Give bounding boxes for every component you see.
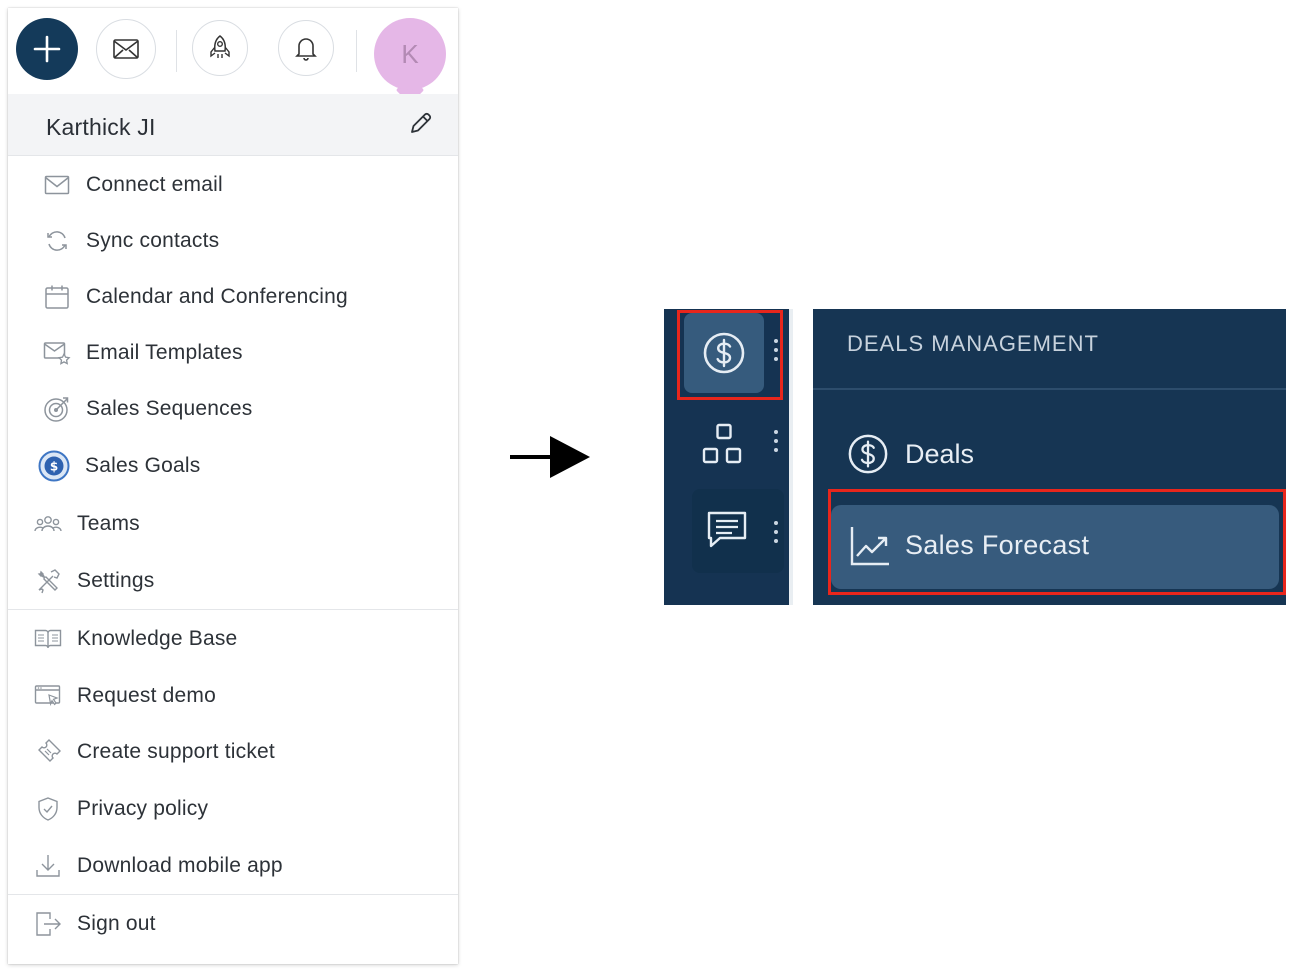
menu-section-title: DEALS MANAGEMENT bbox=[847, 331, 1099, 356]
menu-item-label: Sales Sequences bbox=[86, 397, 253, 420]
menu-item-label: Privacy policy bbox=[77, 797, 209, 820]
menu-item-support-ticket[interactable]: Create support ticket bbox=[8, 728, 458, 776]
highlight-box bbox=[677, 310, 783, 400]
sync-icon bbox=[43, 227, 71, 255]
menu-item-label: Email Templates bbox=[86, 341, 243, 364]
right-arrow-icon bbox=[510, 436, 590, 478]
teams-icon bbox=[34, 510, 62, 538]
icon-rail bbox=[664, 309, 789, 605]
menu-item-sync-contacts[interactable]: Sync contacts bbox=[8, 217, 458, 265]
envelope-icon bbox=[113, 39, 139, 59]
menu-item-sales-goals[interactable]: $ Sales Goals bbox=[8, 442, 458, 490]
rail-chat-button[interactable] bbox=[692, 489, 784, 573]
rail-apps-menu-icon[interactable] bbox=[774, 430, 780, 452]
download-icon bbox=[34, 852, 62, 880]
user-header: Karthick JI bbox=[8, 94, 458, 156]
sign-out-icon bbox=[34, 910, 62, 938]
ticket-icon bbox=[34, 738, 62, 766]
rocket-button[interactable] bbox=[192, 20, 248, 76]
toolbar-divider bbox=[176, 30, 177, 72]
menu-item-email-templates[interactable]: Email Templates bbox=[8, 329, 458, 377]
menu-item-request-demo[interactable]: Request demo bbox=[8, 672, 458, 720]
bell-icon bbox=[295, 38, 317, 61]
mail-button[interactable] bbox=[96, 19, 156, 79]
envelope-icon bbox=[43, 171, 71, 199]
avatar[interactable]: K bbox=[374, 18, 446, 90]
menu-divider bbox=[8, 609, 458, 610]
target-icon bbox=[43, 395, 71, 423]
tools-icon bbox=[34, 567, 62, 595]
menu-item-label: Sales Goals bbox=[85, 454, 201, 477]
menu-item-label: Sync contacts bbox=[86, 229, 220, 252]
menu-item-privacy-policy[interactable]: Privacy policy bbox=[8, 785, 458, 833]
menu-item-download-app[interactable]: Download mobile app bbox=[8, 842, 458, 890]
menu-item-label: Calendar and Conferencing bbox=[86, 285, 348, 308]
notifications-button[interactable] bbox=[278, 20, 334, 76]
menu-item-knowledge-base[interactable]: Knowledge Base bbox=[8, 615, 458, 663]
menu-item-teams[interactable]: Teams bbox=[8, 500, 458, 548]
plus-icon bbox=[33, 35, 61, 63]
user-name: Karthick JI bbox=[46, 114, 156, 140]
toolbar-divider bbox=[356, 30, 357, 72]
add-button[interactable] bbox=[16, 18, 78, 80]
demo-screen-icon bbox=[34, 682, 62, 710]
menu-item-connect-email[interactable]: Connect email bbox=[8, 161, 458, 209]
rocket-icon bbox=[210, 35, 230, 58]
menu-item-label: Deals bbox=[905, 438, 975, 469]
menu-item-label: Knowledge Base bbox=[77, 627, 238, 650]
avatar-initial: K bbox=[401, 38, 419, 69]
apps-grid-icon bbox=[702, 423, 742, 464]
menu-item-sign-out[interactable]: Sign out bbox=[8, 900, 458, 948]
svg-text:$: $ bbox=[50, 460, 58, 474]
pencil-icon[interactable] bbox=[406, 110, 434, 138]
menu-item-label: Settings bbox=[77, 569, 155, 592]
book-icon bbox=[34, 625, 62, 653]
menu-divider bbox=[813, 388, 1286, 390]
rail-apps-button[interactable] bbox=[684, 405, 764, 485]
stage: K Karthick JI Connect email Sync contact… bbox=[0, 0, 1295, 974]
menu-item-label: Request demo bbox=[77, 684, 216, 707]
goal-coin-icon: $ bbox=[38, 450, 70, 482]
menu-item-calendar[interactable]: Calendar and Conferencing bbox=[8, 273, 458, 321]
calendar-icon bbox=[43, 283, 71, 311]
shield-icon bbox=[34, 795, 62, 823]
rail-chat-menu-icon[interactable] bbox=[774, 521, 780, 543]
menu-item-label: Teams bbox=[77, 512, 140, 535]
dollar-circle-icon bbox=[848, 434, 888, 474]
menu-item-label: Sign out bbox=[77, 912, 156, 935]
deals-sidebar-screenshot: DEALS MANAGEMENT Deals Sales Forecast bbox=[664, 309, 1286, 605]
email-template-icon bbox=[43, 339, 71, 367]
chat-icon bbox=[707, 511, 747, 548]
menu-item-deals[interactable]: Deals bbox=[847, 433, 974, 475]
highlight-box bbox=[828, 489, 1286, 595]
menu-item-label: Connect email bbox=[86, 173, 223, 196]
menu-divider bbox=[8, 894, 458, 895]
top-action-bar: K bbox=[8, 8, 458, 105]
menu-item-label: Download mobile app bbox=[77, 854, 283, 877]
profile-dropdown: K Karthick JI Connect email Sync contact… bbox=[8, 8, 458, 964]
menu-item-settings[interactable]: Settings bbox=[8, 557, 458, 605]
panel-gap bbox=[789, 309, 813, 605]
menu-item-label: Create support ticket bbox=[77, 740, 275, 763]
menu-item-sales-sequences[interactable]: Sales Sequences bbox=[8, 385, 458, 433]
